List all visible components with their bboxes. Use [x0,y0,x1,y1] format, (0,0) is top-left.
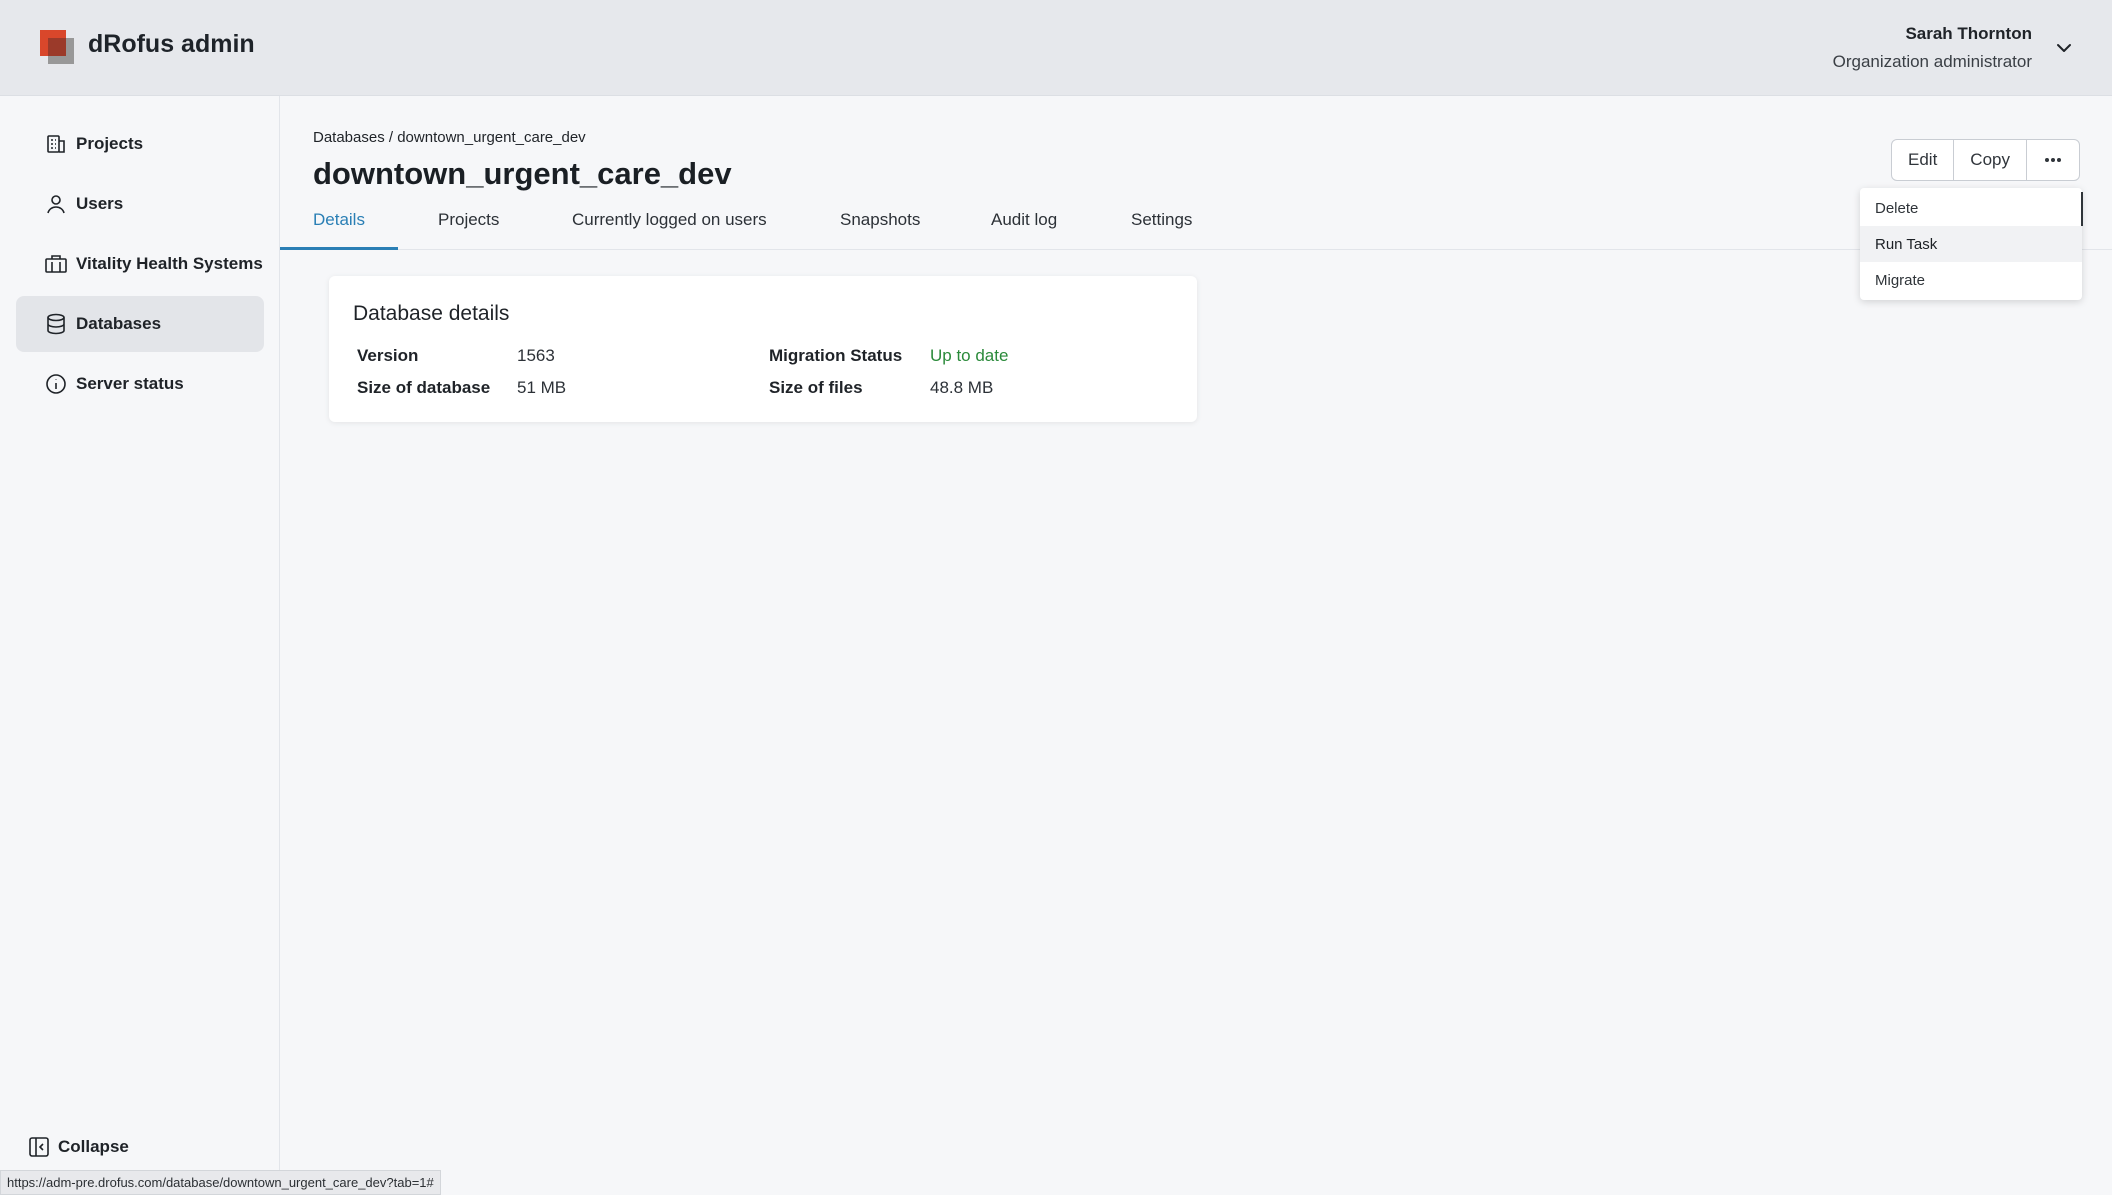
sidebar-item-label: Projects [76,134,144,153]
collapse-icon [28,1136,50,1158]
tab-logged-on-users[interactable]: Currently logged on users [572,210,767,230]
status-bar-url: https://adm-pre.drofus.com/database/down… [0,1170,441,1195]
sidebar-item-users[interactable]: Users [16,176,264,232]
user-role[interactable]: Organization administrator [1833,52,2032,72]
sidebar-item-server-status[interactable]: Server status [16,356,264,412]
menu-scrollbar [2081,192,2083,226]
tab-snapshots[interactable]: Snapshots [840,210,920,230]
top-bar: dRofus admin Sarah Thornton Organization… [0,0,2112,96]
active-tab-indicator [280,247,398,250]
info-icon [44,372,68,396]
ellipsis-icon [2043,157,2063,163]
tab-projects[interactable]: Projects [438,210,499,230]
migration-status-label: Migration Status [769,346,903,365]
user-icon [44,192,68,216]
breadcrumb[interactable]: Databases / downtown_urgent_care_dev [313,129,586,146]
edit-button[interactable]: Edit [1892,140,1955,180]
version-label: Version [357,346,419,365]
card-title: Database details [353,302,510,325]
size-of-files-value: 48.8 MB [930,378,994,397]
more-actions-menu: Delete Run Task Migrate [1860,188,2082,300]
tab-audit-log[interactable]: Audit log [991,210,1057,230]
menu-item-delete[interactable]: Delete [1860,190,2082,226]
version-value: 1563 [517,346,555,365]
page-title: downtown_urgent_care_dev [313,156,732,191]
chevron-down-icon[interactable] [2054,38,2074,58]
sidebar-item-label: Server status [76,374,184,393]
size-of-database-label: Size of database [357,378,491,397]
database-details-card: Database details Version 1563 Size of da… [329,276,1197,422]
menu-item-migrate[interactable]: Migrate [1860,262,2082,298]
size-of-files-label: Size of files [769,378,863,397]
database-icon [44,312,68,336]
building-icon [44,132,68,156]
collapse-label: Collapse [58,1137,129,1156]
organization-icon [44,252,68,276]
size-of-database-value: 51 MB [517,378,567,397]
sidebar-item-label: Users [76,194,124,213]
tab-bar: Details Projects Currently logged on use… [280,200,2112,250]
sidebar-item-label: Databases [76,314,162,333]
tab-settings[interactable]: Settings [1131,210,1192,230]
copy-button[interactable]: Copy [1954,140,2027,180]
sidebar-item-databases[interactable]: Databases [16,296,264,352]
migration-status-value: Up to date [930,346,1009,365]
app-title: dRofus admin [88,30,255,58]
sidebar-item-label: Vitality Health Systems [76,254,263,273]
user-name[interactable]: Sarah Thornton [1905,24,2032,44]
sidebar-item-organization[interactable]: Vitality Health Systems [16,236,264,292]
tab-details[interactable]: Details [313,210,365,230]
sidebar: Projects Users Vitality Health Systems D… [0,96,280,1195]
drofus-logo-icon [40,30,74,64]
collapse-button[interactable]: Collapse [28,1136,129,1158]
action-button-group: Edit Copy [1891,139,2080,181]
menu-item-run-task[interactable]: Run Task [1860,226,2082,262]
sidebar-item-projects[interactable]: Projects [16,116,264,172]
more-actions-button[interactable] [2027,140,2079,180]
